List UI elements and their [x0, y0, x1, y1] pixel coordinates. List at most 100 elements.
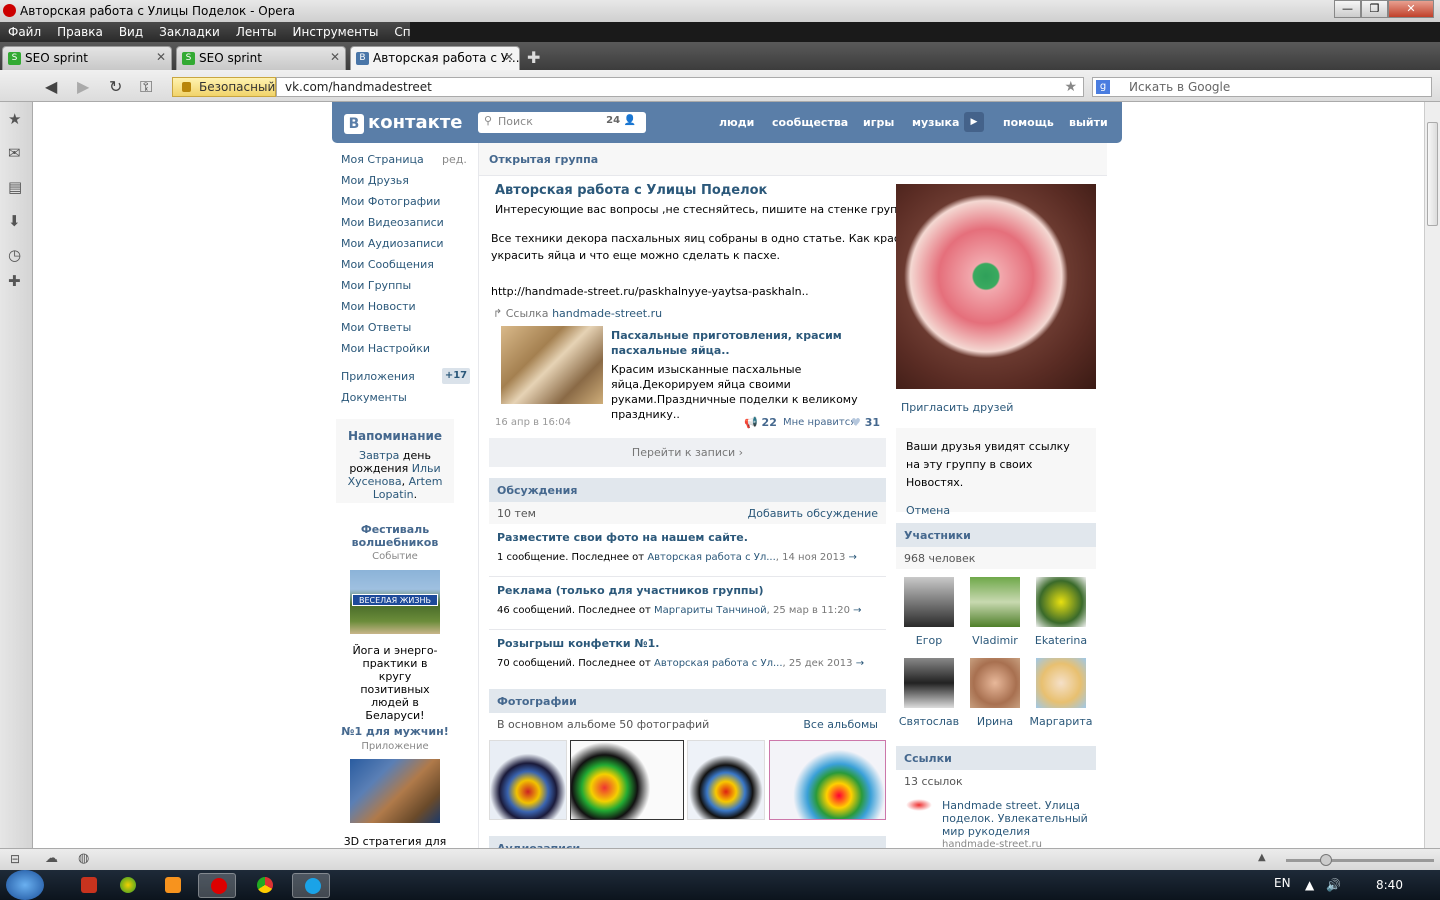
volume-icon[interactable]: 🔊 — [1326, 878, 1341, 892]
close-tab-icon[interactable]: ✕ — [504, 50, 514, 64]
member-avatar[interactable] — [904, 658, 954, 708]
notes-icon[interactable]: ▤ — [8, 178, 22, 196]
new-tab-icon[interactable]: ✚ — [527, 48, 540, 67]
add-panel-icon[interactable]: ✚ — [8, 272, 21, 290]
vk-search-input[interactable]: ⚲ Поиск 24 👤 — [478, 112, 646, 133]
maximize-button[interactable]: ❐ — [1361, 0, 1388, 18]
member-avatar[interactable] — [1036, 658, 1086, 708]
menu-my-friends[interactable]: Мои Друзья — [341, 174, 409, 187]
speed-dial-icon[interactable]: ◍ — [78, 851, 89, 866]
photo-thumbnail[interactable] — [769, 740, 886, 820]
panel-toggle-icon[interactable]: ⊟ — [10, 852, 20, 866]
menu-apps[interactable]: Приложения — [341, 370, 415, 383]
downloads-icon[interactable]: ⬇ — [8, 212, 21, 230]
menu-my-answers[interactable]: Мои Ответы — [341, 321, 411, 334]
nav-music[interactable]: музыка — [912, 116, 959, 129]
taskbar-odnoklassniki[interactable] — [153, 873, 191, 898]
bookmark-star-icon[interactable]: ★ — [1064, 79, 1077, 95]
event-title[interactable]: Фестиваль волшебников — [336, 523, 454, 549]
menu-edit[interactable]: Правка — [49, 22, 111, 42]
nav-logout[interactable]: выйти — [1069, 116, 1108, 129]
nav-communities[interactable]: сообщества — [772, 116, 848, 129]
member-name[interactable]: Vladimir — [962, 634, 1028, 647]
nav-games[interactable]: игры — [863, 116, 894, 129]
photo-thumbnail[interactable] — [489, 740, 567, 820]
menu-my-messages[interactable]: Мои Сообщения — [341, 258, 434, 271]
topic-arrow-icon[interactable]: → — [853, 605, 861, 616]
close-button[interactable]: ✕ — [1388, 0, 1434, 18]
member-name[interactable]: Ekaterina — [1028, 634, 1094, 647]
scrollbar-thumb[interactable] — [1427, 122, 1438, 226]
add-discussion-link[interactable]: Добавить обсуждение — [748, 507, 878, 520]
member-avatar[interactable] — [970, 658, 1020, 708]
link-card-title[interactable]: Пасхальные приготовления, красим пасхаль… — [611, 328, 871, 358]
taskbar-skype[interactable] — [292, 873, 330, 898]
taskbar-app-1[interactable] — [69, 873, 107, 898]
key-icon[interactable]: ⚿ — [140, 77, 152, 97]
bookmarks-star-icon[interactable]: ★ — [8, 110, 21, 128]
menu-my-page[interactable]: Моя Страница — [341, 153, 424, 166]
go-to-post-button[interactable]: Перейти к записи › — [489, 438, 886, 467]
menu-my-photos[interactable]: Мои Фотографии — [341, 195, 440, 208]
topic-arrow-icon[interactable]: → — [849, 552, 857, 563]
topic-author[interactable]: Маргариты Танчиной — [654, 605, 767, 616]
cloud-icon[interactable]: ☁ — [45, 851, 58, 866]
app-ad-title[interactable]: №1 для мужчин! — [336, 725, 454, 738]
taskbar-chrome[interactable] — [245, 873, 283, 898]
member-avatar[interactable] — [1036, 577, 1086, 627]
members-header[interactable]: Участники — [896, 523, 1096, 547]
mail-icon[interactable]: ✉ — [8, 144, 21, 162]
topic-title[interactable]: Разместите свои фото на нашем сайте. — [497, 531, 886, 544]
menu-my-settings[interactable]: Мои Настройки — [341, 342, 430, 355]
menu-my-groups[interactable]: Мои Группы — [341, 279, 411, 292]
group-avatar[interactable] — [896, 184, 1096, 389]
topic-author[interactable]: Авторская работа с Ул... — [647, 552, 775, 563]
reload-icon[interactable]: ↻ — [109, 77, 122, 96]
discussions-header[interactable]: Обсуждения — [489, 478, 886, 502]
reminder-tomorrow[interactable]: Завтра — [359, 449, 399, 462]
menu-documents[interactable]: Документы — [341, 391, 407, 404]
taskbar-app-2[interactable] — [108, 873, 146, 898]
edit-link[interactable]: ред. — [442, 153, 467, 166]
menu-view[interactable]: Вид — [111, 22, 151, 42]
event-image[interactable]: ВЕСЕЛАЯ ЖИЗНЬ — [350, 570, 440, 634]
vertical-scrollbar[interactable] — [1424, 102, 1440, 848]
link-preview-image[interactable] — [501, 326, 603, 404]
member-avatar[interactable] — [970, 577, 1020, 627]
share-count[interactable]: 📢 22 — [744, 416, 777, 429]
links-header[interactable]: Ссылки — [896, 746, 1096, 770]
nav-people[interactable]: люди — [719, 116, 754, 129]
invite-friends-link[interactable]: Пригласить друзей — [901, 401, 1013, 414]
address-input[interactable]: vk.com/handmadestreet ★ — [276, 77, 1084, 97]
app-ad-image[interactable] — [350, 759, 440, 823]
member-name[interactable]: Ирина — [962, 715, 1028, 728]
photo-thumbnail[interactable] — [570, 740, 684, 820]
menu-my-news[interactable]: Мои Новости — [341, 300, 416, 313]
photo-thumbnail[interactable] — [687, 740, 765, 820]
tab-seo-sprint-2[interactable]: S SEO sprint ✕ — [176, 46, 346, 70]
menu-my-videos[interactable]: Мои Видеозаписи — [341, 216, 444, 229]
security-badge[interactable]: Безопасный — [172, 77, 276, 97]
tray-up-icon[interactable]: ▲ — [1305, 878, 1314, 892]
view-up-icon[interactable]: ▲ — [1258, 852, 1266, 863]
tab-vk-group[interactable]: B Авторская работа с У... ✕ — [350, 46, 520, 70]
minimize-button[interactable]: — — [1334, 0, 1361, 18]
nav-help[interactable]: помощь — [1003, 116, 1054, 129]
close-tab-icon[interactable]: ✕ — [156, 50, 166, 64]
photos-header[interactable]: Фотографии — [489, 689, 886, 713]
member-name[interactable]: Святослав — [896, 715, 962, 728]
taskbar-opera[interactable] — [198, 873, 236, 898]
post-date[interactable]: 16 апр в 16:04 — [495, 417, 571, 428]
member-name[interactable]: Егор — [896, 634, 962, 647]
tab-seo-sprint-1[interactable]: S SEO sprint ✕ — [2, 46, 172, 70]
cancel-link[interactable]: Отмена — [906, 502, 1086, 520]
back-icon[interactable]: ◀ — [45, 77, 57, 96]
history-icon[interactable]: ◷ — [8, 246, 21, 264]
menu-tools[interactable]: Инструменты — [285, 22, 387, 42]
topic-title[interactable]: Розыгрыш конфетки №1. — [497, 637, 886, 650]
topic-title[interactable]: Реклама (только для участников группы) — [497, 584, 886, 597]
vk-logo[interactable]: Bконтакте — [344, 112, 462, 134]
member-name[interactable]: Маргарита — [1028, 715, 1094, 728]
menu-file[interactable]: Файл — [0, 22, 49, 42]
clock[interactable]: 8:40 — [1376, 878, 1403, 892]
